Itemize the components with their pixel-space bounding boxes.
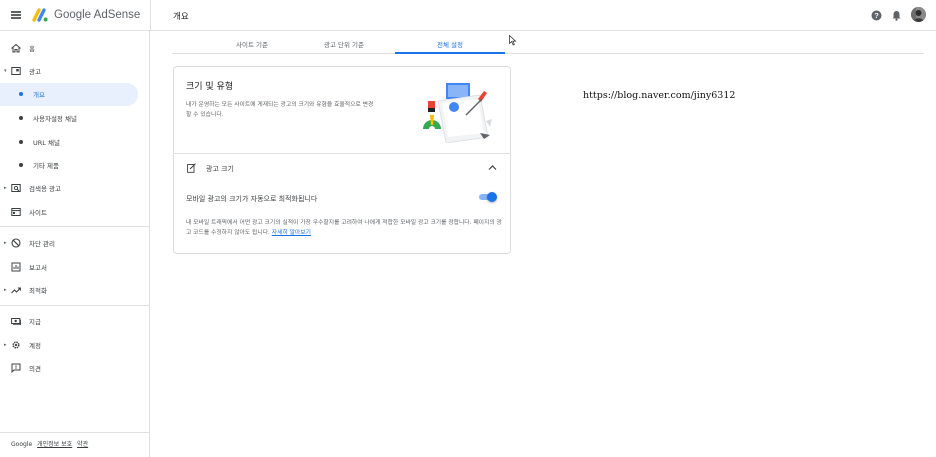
optimization-icon xyxy=(11,287,21,294)
sidebar-item-label: 사용자설정 채널 xyxy=(33,115,77,123)
sidebar-item-label: URL 채널 xyxy=(33,139,60,147)
footer-google: Google xyxy=(11,441,33,448)
help-icon[interactable]: ? xyxy=(871,10,882,21)
tab-global-settings[interactable]: 전체 설정 xyxy=(395,31,505,54)
sidebar-item-label: 개요 xyxy=(33,91,45,99)
sidebar-item-label: 사이트 xyxy=(29,209,47,217)
card-note: 내 모바일 트래픽에서 어떤 광고 크기의 실적이 가장 우수할지를 고려하여 … xyxy=(186,218,502,238)
terms-link[interactable]: 약관 xyxy=(77,441,88,448)
sidebar-item-reports[interactable]: 보고서 xyxy=(0,258,150,276)
sidebar-item-label: 기타 제품 xyxy=(33,162,59,170)
sidebar-item-label: 계정 xyxy=(29,342,41,350)
card-description: 내가 운영하는 모든 사이트에 게재되는 광고의 크기와 유형을 효율적으로 변… xyxy=(186,102,374,118)
card-divider xyxy=(174,153,510,154)
sidebar-item-label: 차단 관리 xyxy=(29,240,55,248)
notifications-icon[interactable] xyxy=(891,10,902,21)
sites-icon xyxy=(11,208,21,216)
sidebar-item-label: 보고서 xyxy=(29,264,47,272)
sidebar-item-search-ads[interactable]: ▸ 검색용 광고 xyxy=(0,179,150,197)
ad-illustration-icon xyxy=(423,83,492,143)
sidebar-item-label: 홈 xyxy=(29,45,35,53)
sidebar-item-label: 최적화 xyxy=(29,287,47,295)
mouse-cursor-icon xyxy=(509,35,517,46)
sidebar-item-payments[interactable]: 지급 xyxy=(0,312,150,330)
ad-size-icon xyxy=(187,163,196,173)
avatar[interactable] xyxy=(911,7,926,22)
size-and-type-card: 크기 및 유형 내가 운영하는 모든 사이트에 게재되는 광고의 크기와 유형을… xyxy=(173,66,511,254)
sidebar-item-feedback[interactable]: 의견 xyxy=(0,359,150,377)
sidebar-item-optimization[interactable]: ▸ 최적화 xyxy=(0,281,150,299)
sidebar-divider xyxy=(0,226,150,227)
watermark-url: https://blog.naver.com/jiny6312 xyxy=(583,90,736,101)
feedback-icon xyxy=(11,363,21,373)
top-app-bar: Google AdSense 개요 ? xyxy=(0,0,936,31)
note-text: 내 모바일 트래픽에서 어떤 광고 크기의 실적이 가장 우수할지를 고려하여 … xyxy=(186,220,502,236)
sidebar-item-other-products[interactable]: 기타 제품 xyxy=(0,156,150,174)
sidebar-item-account[interactable]: ▸ 계정 xyxy=(0,336,150,354)
bullet-icon xyxy=(19,163,23,167)
sidebar-footer: Google 개인정보 보호 약관 xyxy=(11,439,91,448)
sidebar-item-label: 지급 xyxy=(29,318,41,326)
sidebar: 홈 ▾ 광고 개요 사용자설정 채널 URL 채널 기타 제품 ▸ 검색용 광고… xyxy=(0,31,150,457)
sidebar-item-url-channels[interactable]: URL 채널 xyxy=(0,133,150,151)
privacy-link[interactable]: 개인정보 보호 xyxy=(37,441,72,448)
tab-bar: 사이트 기준 광고 단위 기준 전체 설정 xyxy=(172,31,924,54)
sidebar-item-home[interactable]: 홈 xyxy=(0,39,150,57)
sidebar-item-overview[interactable]: 개요 xyxy=(0,83,138,106)
reports-icon xyxy=(11,262,21,272)
chevron-right-icon[interactable]: ▸ xyxy=(4,240,7,246)
toggle-knob xyxy=(487,192,497,202)
chevron-down-icon[interactable]: ▾ xyxy=(4,68,7,74)
payments-icon xyxy=(11,318,21,325)
bullet-icon xyxy=(19,140,23,144)
chevron-up-icon[interactable] xyxy=(488,164,497,171)
svg-text:?: ? xyxy=(874,11,879,20)
bullet-icon xyxy=(19,92,23,96)
sidebar-item-ads[interactable]: ▾ 광고 xyxy=(0,62,150,80)
search-ads-icon xyxy=(11,184,21,192)
chevron-right-icon[interactable]: ▸ xyxy=(4,185,7,191)
adsense-logo[interactable] xyxy=(32,8,49,22)
section-title-ad-size: 광고 크기 xyxy=(206,165,234,173)
bullet-icon xyxy=(19,116,23,120)
learn-more-link[interactable]: 자세히 알아보기 xyxy=(272,230,311,236)
auto-size-toggle[interactable] xyxy=(479,192,497,202)
sidebar-item-sites[interactable]: 사이트 xyxy=(0,203,150,221)
sidebar-item-blocking-controls[interactable]: ▸ 차단 관리 xyxy=(0,234,150,252)
sidebar-divider xyxy=(0,305,150,306)
tab-by-ad-unit[interactable]: 광고 단위 기준 xyxy=(289,31,399,54)
sidebar-item-custom-channels[interactable]: 사용자설정 채널 xyxy=(0,109,150,127)
header-divider xyxy=(150,0,151,31)
ads-icon xyxy=(11,67,21,75)
sidebar-divider xyxy=(0,432,150,433)
chevron-right-icon[interactable]: ▸ xyxy=(4,287,7,293)
sidebar-item-label: 광고 xyxy=(29,68,41,76)
page-title: 개요 xyxy=(173,12,189,22)
brand-name[interactable]: Google AdSense xyxy=(54,9,140,21)
sidebar-item-label: 의견 xyxy=(29,365,41,373)
account-gear-icon xyxy=(12,341,20,349)
chevron-right-icon[interactable]: ▸ xyxy=(4,342,7,348)
sidebar-item-label: 검색용 광고 xyxy=(29,185,61,193)
card-title: 크기 및 유형 xyxy=(186,82,234,92)
auto-size-toggle-label: 모바일 광고의 크기가 자동으로 최적화됩니다 xyxy=(186,195,318,203)
home-icon xyxy=(11,43,21,53)
menu-icon[interactable] xyxy=(11,11,21,19)
block-icon xyxy=(11,238,21,248)
